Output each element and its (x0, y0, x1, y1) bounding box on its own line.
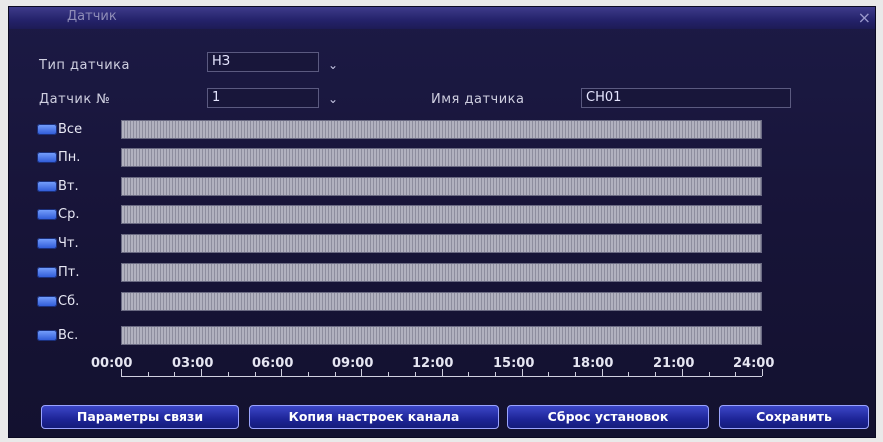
close-icon[interactable]: × (858, 8, 871, 27)
time-tick (575, 372, 576, 376)
day-checkbox-mon[interactable]: Пн. (37, 150, 80, 166)
time-label: 06:00 (252, 356, 294, 371)
schedule-bar-all[interactable] (121, 120, 762, 139)
time-tick (388, 372, 389, 376)
sensor-name-label: Имя датчика (431, 92, 525, 107)
time-tick (628, 372, 629, 376)
day-checkbox-sat[interactable]: Сб. (37, 294, 79, 310)
day-checkbox-tue[interactable]: Вт. (37, 179, 79, 195)
schedule-bar-fri[interactable] (121, 263, 762, 282)
window-title: Датчик (67, 9, 117, 24)
time-tick (655, 372, 656, 376)
sensor-number-label: Датчик № (39, 92, 111, 107)
time-tick (495, 372, 496, 376)
sensor-dialog: Датчик × Тип датчика НЗ ⌄ Датчик № 1 ⌄ И… (8, 6, 876, 438)
time-label: 03:00 (172, 356, 214, 371)
chevron-down-icon[interactable]: ⌄ (328, 92, 338, 106)
sensor-name-input[interactable]: CH01 (581, 88, 791, 108)
reset-settings-button[interactable]: Сброс установок (507, 405, 709, 429)
day-label: Пт. (58, 265, 80, 280)
checkbox-icon[interactable] (37, 209, 57, 220)
day-checkbox-all[interactable]: Все (37, 122, 82, 138)
time-tick (548, 372, 549, 376)
save-button[interactable]: Сохранить (719, 405, 869, 429)
time-tick (415, 372, 416, 376)
time-tick (174, 372, 175, 376)
day-label: Сб. (58, 294, 80, 309)
day-label: Все (58, 122, 83, 137)
time-tick (468, 372, 469, 376)
time-label: 21:00 (653, 356, 695, 371)
time-label: 00:00 (91, 356, 133, 371)
sensor-type-label: Тип датчика (39, 58, 130, 73)
day-label: Пн. (58, 150, 81, 165)
sensor-type-select[interactable]: НЗ (207, 52, 319, 72)
checkbox-icon[interactable] (37, 181, 57, 192)
time-tick (735, 372, 736, 376)
time-label: 18:00 (572, 356, 614, 371)
time-tick (709, 372, 710, 376)
time-label: 24:00 (733, 356, 775, 371)
time-axis (121, 376, 762, 377)
link-params-button[interactable]: Параметры связи (41, 405, 239, 429)
copy-channel-settings-button[interactable]: Копия настроек канала (249, 405, 499, 429)
checkbox-icon[interactable] (37, 124, 57, 135)
time-tick (148, 372, 149, 376)
time-label: 12:00 (412, 356, 454, 371)
checkbox-icon[interactable] (37, 296, 57, 307)
checkbox-icon[interactable] (37, 267, 57, 278)
sensor-number-select[interactable]: 1 (207, 88, 319, 108)
time-tick (228, 372, 229, 376)
schedule-bar-mon[interactable] (121, 148, 762, 167)
checkbox-icon[interactable] (37, 330, 57, 341)
time-tick (335, 372, 336, 376)
schedule-bar-wed[interactable] (121, 205, 762, 224)
day-label: Вт. (58, 179, 79, 194)
day-label: Вс. (58, 328, 79, 343)
time-tick (308, 372, 309, 376)
schedule-bar-sun[interactable] (121, 326, 762, 345)
day-label: Ср. (58, 207, 80, 222)
chevron-down-icon[interactable]: ⌄ (328, 58, 338, 72)
time-label: 09:00 (332, 356, 374, 371)
day-checkbox-fri[interactable]: Пт. (37, 265, 79, 281)
day-label: Чт. (58, 236, 79, 251)
day-checkbox-sun[interactable]: Вс. (37, 328, 78, 344)
schedule-bar-sat[interactable] (121, 292, 762, 311)
schedule-bar-tue[interactable] (121, 177, 762, 196)
time-tick (255, 372, 256, 376)
schedule-bar-thu[interactable] (121, 234, 762, 253)
day-checkbox-wed[interactable]: Ср. (37, 207, 79, 223)
time-label: 15:00 (493, 356, 535, 371)
day-checkbox-thu[interactable]: Чт. (37, 236, 79, 252)
checkbox-icon[interactable] (37, 238, 57, 249)
title-bar[interactable]: Датчик × (9, 7, 875, 29)
checkbox-icon[interactable] (37, 152, 57, 163)
